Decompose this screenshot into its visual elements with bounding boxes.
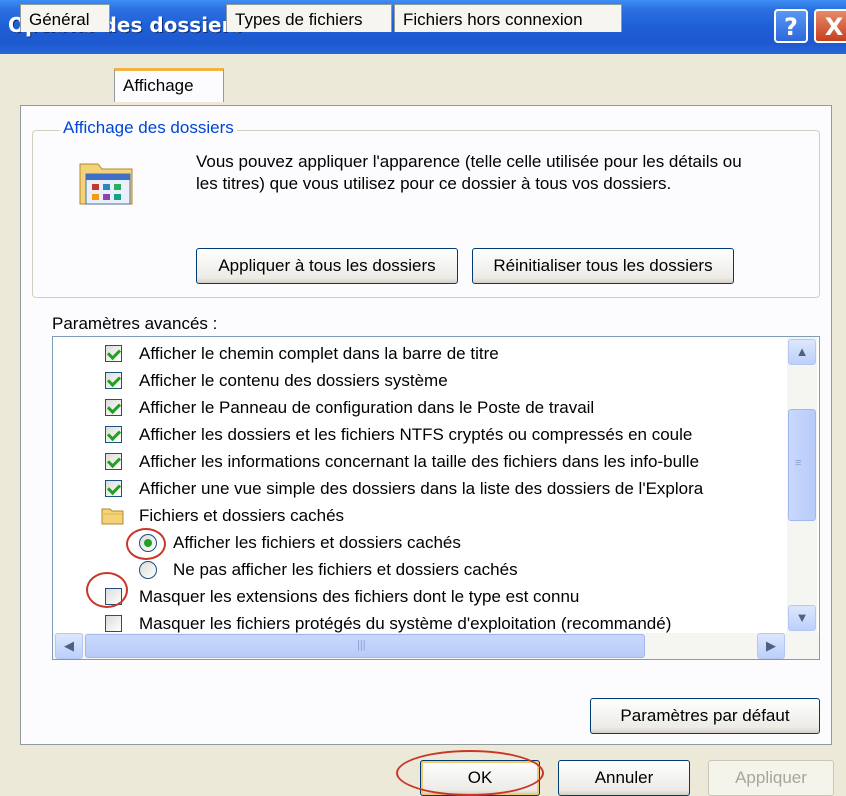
help-button[interactable]: ? <box>774 9 808 43</box>
list-item-label: Fichiers et dossiers cachés <box>139 506 345 525</box>
checkbox-checked[interactable] <box>105 480 122 497</box>
radio-unselected[interactable] <box>139 561 157 579</box>
folder-view-group-label: Affichage des dossiers <box>60 118 237 138</box>
list-item-label: Afficher une vue simple des dossiers dan… <box>139 479 704 498</box>
scroll-left-button[interactable]: ◀ <box>55 633 83 659</box>
cancel-button[interactable]: Annuler <box>558 760 690 796</box>
annotation-circle <box>126 528 166 560</box>
folder-options-dialog: Options des dossiers ? X Général Afficha… <box>0 0 846 796</box>
folder-icon <box>101 506 125 526</box>
restore-defaults-button[interactable]: Paramètres par défaut <box>590 698 820 734</box>
tab-fichiers-hors-connexion[interactable]: Fichiers hors connexion <box>394 4 622 32</box>
scroll-down-button[interactable]: ▼ <box>788 605 816 631</box>
reset-all-folders-button[interactable]: Réinitialiser tous les dossiers <box>472 248 734 284</box>
annotation-circle <box>396 750 544 796</box>
folder-view-description: Vous pouvez appliquer l'apparence (telle… <box>196 152 742 193</box>
scroll-up-button[interactable]: ▲ <box>788 339 816 365</box>
list-item-label: Afficher les fichiers et dossiers cachés <box>173 533 461 552</box>
horizontal-scrollbar[interactable]: ◀ ||| ▶ <box>53 633 819 659</box>
annotation-circle <box>86 572 128 608</box>
list-item-label: Afficher les dossiers et les fichiers NT… <box>139 425 693 444</box>
checkbox-checked[interactable] <box>105 399 122 416</box>
close-button[interactable]: X <box>814 9 846 43</box>
checkbox-unchecked[interactable] <box>105 615 122 632</box>
list-item-label: Masquer les extensions des fichiers dont… <box>139 587 580 606</box>
list-item-label: Ne pas afficher les fichiers et dossiers… <box>173 560 518 579</box>
tab-affichage[interactable]: Affichage <box>114 68 224 102</box>
advanced-settings-list[interactable]: Afficher le chemin complet dans la barre… <box>52 336 820 660</box>
vertical-scrollbar[interactable]: ▲ ≡ ▼ <box>787 337 817 633</box>
scroll-right-button[interactable]: ▶ <box>757 633 785 659</box>
checkbox-checked[interactable] <box>105 372 122 389</box>
list-item-label: Afficher le Panneau de configuration dan… <box>139 398 595 417</box>
scroll-grip-icon: ≡ <box>795 457 802 469</box>
list-item-label: Masquer les fichiers protégés du système… <box>139 614 672 633</box>
apply-to-all-folders-button[interactable]: Appliquer à tous les dossiers <box>196 248 458 284</box>
checkbox-checked[interactable] <box>105 426 122 443</box>
list-item-label: Afficher les informations concernant la … <box>139 452 700 471</box>
checkbox-checked[interactable] <box>105 345 122 362</box>
vertical-scroll-thumb[interactable] <box>788 409 816 521</box>
advanced-settings-label: Paramètres avancés : <box>52 314 218 333</box>
folder-view-icon <box>76 154 140 208</box>
list-item-label: Afficher le contenu des dossiers système <box>139 371 448 390</box>
apply-button: Appliquer <box>708 760 834 796</box>
tab-types-de-fichiers[interactable]: Types de fichiers <box>226 4 392 32</box>
checkbox-checked[interactable] <box>105 453 122 470</box>
tab-general[interactable]: Général <box>20 4 110 32</box>
list-item-label: Afficher le chemin complet dans la barre… <box>139 344 499 363</box>
scroll-grip-icon: ||| <box>357 639 366 651</box>
